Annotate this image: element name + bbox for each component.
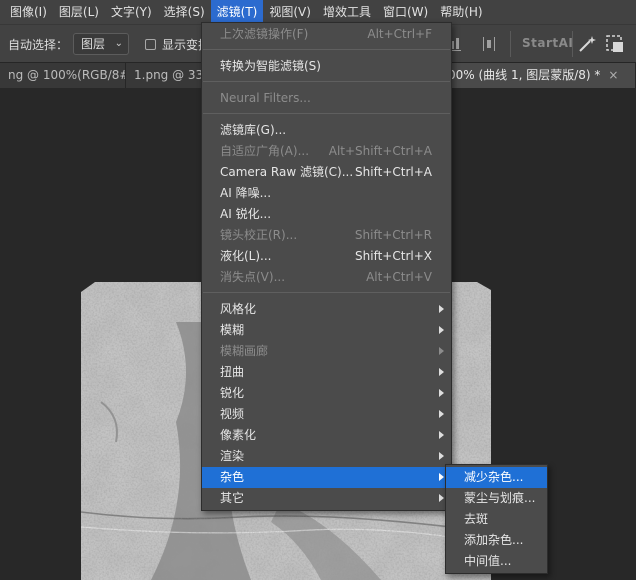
menu-separator bbox=[203, 49, 450, 50]
noise-submenu: 减少杂色... 蒙尘与划痕... 去斑 添加杂色... 中间值... bbox=[445, 464, 548, 574]
menu-item-camera-raw[interactable]: Camera Raw 滤镜(C)... Shift+Ctrl+A bbox=[202, 162, 451, 183]
menu-item-stylize[interactable]: 风格化 bbox=[202, 299, 451, 320]
chevron-down-icon: ⌄ bbox=[114, 38, 123, 49]
submenu-item-median[interactable]: 中间值... bbox=[446, 551, 547, 572]
auto-select-value: 图层 bbox=[81, 37, 106, 51]
submenu-item-despeckle[interactable]: 去斑 bbox=[446, 509, 547, 530]
menu-item-noise[interactable]: 杂色 bbox=[202, 467, 451, 488]
menu-item-shortcut: Alt+Ctrl+V bbox=[366, 270, 432, 284]
submenu-item-add-noise[interactable]: 添加杂色... bbox=[446, 530, 547, 551]
menu-item-label: 渲染 bbox=[220, 449, 245, 463]
menu-view[interactable]: 视图(V) bbox=[263, 0, 317, 24]
menu-item-pixelate[interactable]: 像素化 bbox=[202, 425, 451, 446]
menu-item-blur-gallery[interactable]: 模糊画廊 bbox=[202, 341, 451, 362]
menu-select[interactable]: 选择(S) bbox=[158, 0, 211, 24]
menu-item-label: 扭曲 bbox=[220, 365, 245, 379]
menu-item-label: 像素化 bbox=[220, 428, 257, 442]
menu-item-shortcut: Shift+Ctrl+X bbox=[355, 249, 432, 263]
submenu-arrow-icon bbox=[439, 389, 444, 397]
menu-item-label: 自适应广角(A)... bbox=[220, 144, 310, 158]
menu-layer[interactable]: 图层(L) bbox=[53, 0, 105, 24]
menu-item-label: 转换为智能滤镜(S) bbox=[220, 59, 321, 73]
menu-item-convert-smart-filter[interactable]: 转换为智能滤镜(S) bbox=[202, 56, 451, 77]
menu-item-other[interactable]: 其它 bbox=[202, 488, 451, 509]
menu-filter[interactable]: 滤镜(T) bbox=[210, 0, 264, 24]
menu-item-label: 镜头校正(R)... bbox=[220, 228, 298, 242]
menu-help[interactable]: 帮助(H) bbox=[434, 0, 488, 24]
menu-item-label: Camera Raw 滤镜(C)... bbox=[220, 165, 354, 179]
menu-item-label: 滤镜库(G)... bbox=[220, 123, 287, 137]
menu-item-blur[interactable]: 模糊 bbox=[202, 320, 451, 341]
auto-select-label: 自动选择： bbox=[8, 38, 69, 52]
menu-separator bbox=[203, 292, 450, 293]
auto-select-dropdown[interactable]: 图层 ⌄ bbox=[73, 33, 129, 55]
menu-item-vanishing-point[interactable]: 消失点(V)... Alt+Ctrl+V bbox=[202, 267, 451, 288]
separator bbox=[510, 31, 511, 57]
menu-item-video[interactable]: 视频 bbox=[202, 404, 451, 425]
menu-item-label: 锐化 bbox=[220, 386, 245, 400]
submenu-arrow-icon bbox=[439, 368, 444, 376]
menu-item-label: 风格化 bbox=[220, 302, 257, 316]
menu-item-label: 杂色 bbox=[220, 470, 245, 484]
menu-bar: 图像(I) 图层(L) 文字(Y) 选择(S) 滤镜(T) 视图(V) 增效工具… bbox=[0, 0, 636, 24]
magic-wand-icon[interactable] bbox=[576, 33, 598, 55]
menu-item-label: AI 降噪... bbox=[220, 186, 272, 200]
close-icon[interactable]: × bbox=[608, 68, 618, 82]
submenu-arrow-icon bbox=[439, 452, 444, 460]
menu-image[interactable]: 图像(I) bbox=[0, 0, 53, 24]
menu-item-label: 液化(L)... bbox=[220, 249, 272, 263]
menu-item-liquify[interactable]: 液化(L)... Shift+Ctrl+X bbox=[202, 246, 451, 267]
distribute-icon[interactable] bbox=[483, 37, 495, 51]
tab-label: 1.png @ 33 bbox=[134, 68, 204, 82]
menu-item-shortcut: Shift+Ctrl+A bbox=[355, 165, 432, 179]
tab-label: ng @ 100%(RGB/8#) bbox=[8, 68, 126, 82]
menu-item-label: 上次滤镜操作(F) bbox=[220, 27, 309, 41]
separator bbox=[572, 31, 573, 57]
menu-window[interactable]: 窗口(W) bbox=[377, 0, 434, 24]
menu-item-filter-gallery[interactable]: 滤镜库(G)... bbox=[202, 120, 451, 141]
submenu-item-reduce-noise[interactable]: 减少杂色... bbox=[446, 467, 547, 488]
tab-document-3[interactable]: 00% (曲线 1, 图层蒙版/8) * × bbox=[440, 63, 636, 88]
menu-item-distort[interactable]: 扭曲 bbox=[202, 362, 451, 383]
submenu-arrow-icon bbox=[439, 410, 444, 418]
menu-item-label: Neural Filters... bbox=[220, 91, 311, 105]
menu-item-label: 其它 bbox=[220, 491, 245, 505]
menu-item-ai-sharpen[interactable]: AI 锐化... bbox=[202, 204, 451, 225]
menu-item-label: 消失点(V)... bbox=[220, 270, 286, 284]
select-subject-icon[interactable] bbox=[604, 33, 626, 55]
submenu-arrow-icon bbox=[439, 494, 444, 502]
menu-item-sharpen[interactable]: 锐化 bbox=[202, 383, 451, 404]
menu-separator bbox=[203, 113, 450, 114]
submenu-item-dust-scratches[interactable]: 蒙尘与划痕... bbox=[446, 488, 547, 509]
menu-item-adaptive-wide-angle[interactable]: 自适应广角(A)... Alt+Shift+Ctrl+A bbox=[202, 141, 451, 162]
menu-item-label: 模糊画廊 bbox=[220, 344, 269, 358]
menu-item-ai-denoise[interactable]: AI 降噪... bbox=[202, 183, 451, 204]
menu-item-label: 视频 bbox=[220, 407, 245, 421]
submenu-arrow-icon bbox=[439, 431, 444, 439]
menu-item-shortcut: Alt+Shift+Ctrl+A bbox=[328, 144, 432, 158]
menu-type[interactable]: 文字(Y) bbox=[105, 0, 158, 24]
tab-label: 00% (曲线 1, 图层蒙版/8) * bbox=[448, 68, 601, 82]
menu-item-label: AI 锐化... bbox=[220, 207, 272, 221]
startai-button[interactable]: StartAI bbox=[522, 36, 573, 50]
show-transform-checkbox[interactable] bbox=[145, 39, 156, 50]
menu-item-last-filter[interactable]: 上次滤镜操作(F) Alt+Ctrl+F bbox=[202, 24, 451, 45]
menu-item-shortcut: Alt+Ctrl+F bbox=[367, 27, 432, 41]
filter-menu: 上次滤镜操作(F) Alt+Ctrl+F 转换为智能滤镜(S) Neural F… bbox=[201, 22, 452, 511]
menu-item-label: 模糊 bbox=[220, 323, 245, 337]
menu-item-neural-filters[interactable]: Neural Filters... bbox=[202, 88, 451, 109]
menu-item-render[interactable]: 渲染 bbox=[202, 446, 451, 467]
submenu-arrow-icon bbox=[439, 473, 444, 481]
menu-item-shortcut: Shift+Ctrl+R bbox=[354, 228, 432, 242]
submenu-arrow-icon bbox=[439, 326, 444, 334]
tab-document-1[interactable]: ng @ 100%(RGB/8#)× bbox=[0, 63, 126, 88]
submenu-arrow-icon bbox=[439, 305, 444, 313]
menu-separator bbox=[203, 81, 450, 82]
submenu-arrow-icon bbox=[439, 347, 444, 355]
menu-plugins[interactable]: 增效工具 bbox=[317, 0, 377, 24]
menu-item-lens-correction[interactable]: 镜头校正(R)... Shift+Ctrl+R bbox=[202, 225, 451, 246]
